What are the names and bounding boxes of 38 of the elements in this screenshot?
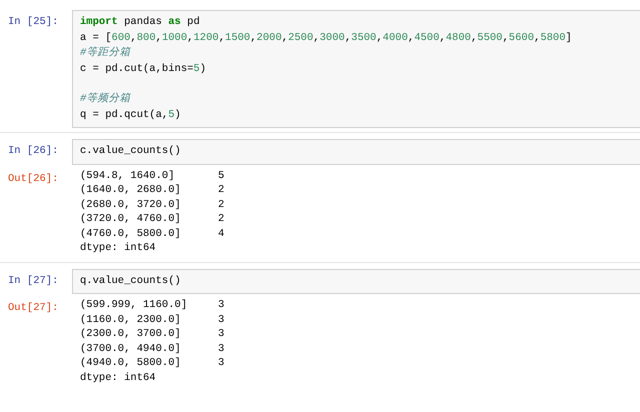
code-input-area[interactable]: import pandas as pd a = [600,800,1000,1200,1500,2000,2500,3000,3500,4000,4500,4800,5500,5600,5800] #等距分箱 c = pd.cut(a,bins=5) #等频分箱 q = pd.qcut(a,5) — [72, 10, 640, 128]
output-prompt: Out[26]: — [7, 172, 60, 186]
output-interval: (594.8, 1640.0] — [80, 168, 176, 183]
output-interval: (2680.0, 3720.0] — [80, 198, 182, 212]
output-interval: (1640.0, 2680.0] — [80, 183, 182, 198]
output-interval: (4940.0, 5800.0] — [80, 356, 182, 370]
code-input-area[interactable]: c.value_counts() — [72, 139, 640, 164]
output-count: 2 — [218, 198, 224, 212]
output-interval: (1160.0, 2300.0] — [80, 312, 182, 327]
output-interval: (4760.0, 5800.0] — [80, 226, 182, 241]
output-dtype: dtype: int64 — [80, 241, 156, 256]
output-count: 3 — [218, 342, 224, 356]
code-line: a = [600,800,1000,1200,1500,2000,2500,3000,3500,4000,4500,4800,5500,5600,5800] — [80, 30, 572, 46]
output-prompt: Out[27]: — [7, 301, 60, 316]
output-count: 2 — [218, 212, 224, 226]
output-interval: (2300.0, 3700.0] — [80, 327, 182, 342]
output-interval: (3700.0, 4940.0] — [80, 342, 182, 356]
code-input-area[interactable]: q.value_counts() — [72, 268, 640, 294]
code-line: c = pd.cut(a,bins=5) — [80, 62, 206, 76]
output-interval: (3720.0, 4760.0] — [80, 212, 182, 226]
code-line: #等频分箱 — [80, 92, 130, 107]
code-line: #等距分箱 — [80, 46, 130, 61]
output-count: 3 — [218, 356, 224, 370]
code-line: c.value_counts() — [80, 144, 181, 159]
output-count: 2 — [218, 183, 224, 198]
code-line: q = pd.qcut(a,5) — [80, 108, 181, 122]
output-count: 5 — [218, 168, 224, 183]
code-line: import pandas as pd — [80, 15, 200, 30]
output-count: 4 — [218, 226, 224, 241]
output-dtype: dtype: int64 — [80, 370, 156, 385]
input-prompt: In [27]: — [7, 274, 60, 288]
output-count: 3 — [218, 327, 224, 342]
output-count: 3 — [218, 298, 224, 312]
code-line: q.value_counts() — [80, 274, 181, 288]
output-count: 3 — [218, 312, 224, 327]
output-interval: (599.999, 1160.0] — [80, 298, 188, 312]
input-prompt: In [26]: — [7, 144, 60, 159]
input-prompt: In [25]: — [7, 15, 60, 30]
